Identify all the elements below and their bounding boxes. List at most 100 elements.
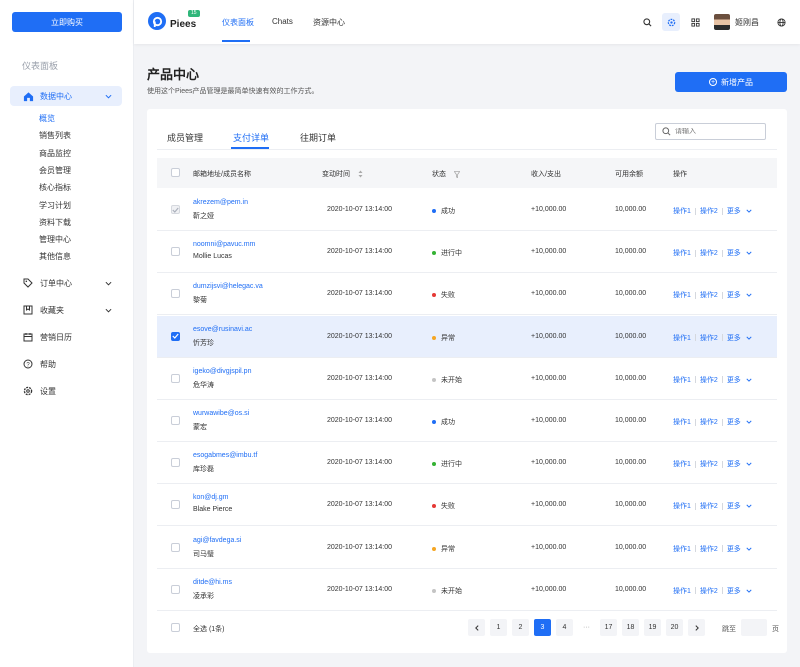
table-row[interactable]: esove@rusinavi.ac 忻芳珍 2020-10-07 13:14:00 异… bbox=[157, 315, 777, 358]
action1-link[interactable]: 操作1 bbox=[673, 248, 691, 258]
action1-link[interactable]: 操作1 bbox=[673, 333, 691, 343]
page-button[interactable]: 19 bbox=[644, 619, 661, 636]
action1-link[interactable]: 操作1 bbox=[673, 501, 691, 511]
row-email[interactable]: esogabmes@imbu.tf bbox=[193, 452, 257, 459]
action2-link[interactable]: 操作2 bbox=[700, 248, 718, 258]
nav-dashboard[interactable]: 仪表面板 bbox=[222, 17, 254, 28]
action1-link[interactable]: 操作1 bbox=[673, 586, 691, 596]
chevron-down-icon[interactable] bbox=[746, 547, 752, 551]
sidebar-group-3[interactable]: ? 帮助 bbox=[10, 354, 122, 374]
sidebar-group-4[interactable]: 设置 bbox=[10, 381, 122, 401]
sidebar-group-1[interactable]: 收藏夹 bbox=[10, 300, 122, 320]
user-avatar[interactable] bbox=[714, 14, 730, 30]
sidebar-subitem[interactable]: 销售列表 bbox=[39, 130, 71, 141]
row-checkbox[interactable] bbox=[171, 542, 180, 552]
action2-link[interactable]: 操作2 bbox=[700, 544, 718, 554]
sort-icon[interactable] bbox=[358, 170, 363, 178]
page-button[interactable]: 4 bbox=[556, 619, 573, 636]
page-button[interactable]: 18 bbox=[622, 619, 639, 636]
chevron-down-icon[interactable] bbox=[746, 589, 752, 593]
search-input[interactable] bbox=[675, 128, 755, 135]
sidebar-subitem[interactable]: 其他信息 bbox=[39, 251, 71, 262]
action2-link[interactable]: 操作2 bbox=[700, 417, 718, 427]
chevron-down-icon[interactable] bbox=[746, 293, 752, 298]
table-row[interactable]: kon@dj.gm Blake Pierce 2020-10-07 13:14:00… bbox=[157, 484, 777, 527]
add-product-button[interactable]: + 新增产品 bbox=[675, 72, 787, 92]
row-email[interactable]: kon@dj.gm bbox=[193, 494, 229, 501]
table-row[interactable]: noomni@pavuc.mm Mollie Lucas 2020-10-07 13… bbox=[157, 231, 777, 274]
row-checkbox[interactable] bbox=[171, 205, 180, 214]
next-page-button[interactable] bbox=[688, 619, 705, 636]
apps-grid-icon[interactable] bbox=[686, 13, 704, 31]
action1-link[interactable]: 操作1 bbox=[673, 544, 691, 554]
row-email[interactable]: dumzijsvi@helegac.va bbox=[193, 283, 263, 290]
more-link[interactable]: 更多 bbox=[727, 375, 741, 385]
page-button[interactable]: 1 bbox=[490, 619, 507, 636]
jump-page-input[interactable] bbox=[741, 619, 767, 636]
table-row[interactable]: agi@favdega.si 司马璧 2020-10-07 13:14:00 异常 +1… bbox=[157, 527, 777, 569]
col-status[interactable]: 状态 bbox=[432, 169, 460, 179]
header-checkbox[interactable] bbox=[171, 168, 180, 177]
action2-link[interactable]: 操作2 bbox=[700, 290, 718, 300]
row-checkbox[interactable] bbox=[171, 247, 180, 257]
tab-members[interactable]: 成员管理 bbox=[167, 131, 203, 144]
row-email[interactable]: esove@rusinavi.ac bbox=[193, 326, 252, 333]
chevron-down-icon[interactable] bbox=[746, 378, 752, 382]
sidebar-group-data-center[interactable]: 数据中心 bbox=[10, 86, 122, 106]
tab-past-orders[interactable]: 往期订单 bbox=[300, 131, 336, 144]
row-email[interactable]: ditde@hi.ms bbox=[193, 579, 232, 586]
page-button[interactable]: 2 bbox=[512, 619, 529, 636]
chevron-down-icon[interactable] bbox=[746, 462, 752, 466]
row-email[interactable]: igeko@divgjspil.pn bbox=[193, 368, 251, 375]
nav-resources[interactable]: 资源中心 bbox=[313, 17, 345, 28]
row-email[interactable]: wurwawibe@os.si bbox=[193, 410, 249, 417]
row-checkbox[interactable] bbox=[171, 373, 180, 383]
row-checkbox[interactable] bbox=[171, 584, 180, 594]
buy-now-button[interactable]: 立即购买 bbox=[12, 12, 122, 32]
search-box[interactable] bbox=[655, 123, 766, 140]
prev-page-button[interactable] bbox=[468, 619, 485, 636]
more-link[interactable]: 更多 bbox=[727, 333, 741, 343]
page-button[interactable]: 3 bbox=[534, 619, 551, 636]
more-link[interactable]: 更多 bbox=[727, 586, 741, 596]
action2-link[interactable]: 操作2 bbox=[700, 586, 718, 596]
action2-link[interactable]: 操作2 bbox=[700, 206, 718, 216]
more-link[interactable]: 更多 bbox=[727, 248, 741, 258]
row-checkbox[interactable] bbox=[171, 416, 180, 425]
sidebar-subitem[interactable]: 概览 bbox=[39, 113, 55, 124]
action1-link[interactable]: 操作1 bbox=[673, 417, 691, 427]
chevron-down-icon[interactable] bbox=[746, 251, 752, 255]
table-row[interactable]: ditde@hi.ms 凌承彩 2020-10-07 13:14:00 未开始 +10,… bbox=[157, 569, 777, 611]
filter-icon[interactable] bbox=[454, 170, 460, 178]
chevron-down-icon[interactable] bbox=[746, 420, 752, 424]
more-link[interactable]: 更多 bbox=[727, 544, 741, 554]
chevron-down-icon[interactable] bbox=[746, 209, 752, 213]
page-button[interactable]: 20 bbox=[666, 619, 683, 636]
table-row[interactable]: igeko@divgjspil.pn 危华涛 2020-10-07 13:14:00… bbox=[157, 358, 777, 400]
more-link[interactable]: 更多 bbox=[727, 206, 741, 216]
action1-link[interactable]: 操作1 bbox=[673, 375, 691, 385]
brand-logo[interactable]: Piees 15 bbox=[148, 10, 200, 30]
row-email[interactable]: akrezem@pem.in bbox=[193, 199, 248, 206]
sidebar-subitem[interactable]: 核心指标 bbox=[39, 182, 71, 193]
action2-link[interactable]: 操作2 bbox=[700, 333, 718, 343]
sidebar-subitem[interactable]: 商品监控 bbox=[39, 148, 71, 159]
table-row[interactable]: esogabmes@imbu.tf 库珍磊 2020-10-07 13:14:00 进… bbox=[157, 442, 777, 485]
chevron-down-icon[interactable] bbox=[746, 336, 752, 340]
tab-payment-details[interactable]: 支付详单 bbox=[233, 131, 269, 144]
more-link[interactable]: 更多 bbox=[727, 459, 741, 469]
sidebar-subitem[interactable]: 管理中心 bbox=[39, 234, 71, 245]
row-checkbox[interactable] bbox=[171, 458, 180, 468]
sidebar-group-0[interactable]: 订单中心 bbox=[10, 273, 122, 293]
page-button[interactable]: 17 bbox=[600, 619, 617, 636]
action1-link[interactable]: 操作1 bbox=[673, 290, 691, 300]
table-row[interactable]: akrezem@pem.in 靳之娅 2020-10-07 13:14:00 成功 +1… bbox=[157, 189, 777, 231]
select-all-checkbox[interactable] bbox=[171, 623, 180, 632]
search-icon[interactable] bbox=[638, 13, 656, 31]
globe-icon[interactable] bbox=[772, 13, 790, 31]
sidebar-group-2[interactable]: 营销日历 bbox=[10, 327, 122, 347]
settings-icon[interactable] bbox=[662, 13, 680, 31]
col-time[interactable]: 变动时间 bbox=[322, 169, 363, 179]
nav-chats[interactable]: Chats bbox=[272, 17, 293, 26]
action2-link[interactable]: 操作2 bbox=[700, 459, 718, 469]
